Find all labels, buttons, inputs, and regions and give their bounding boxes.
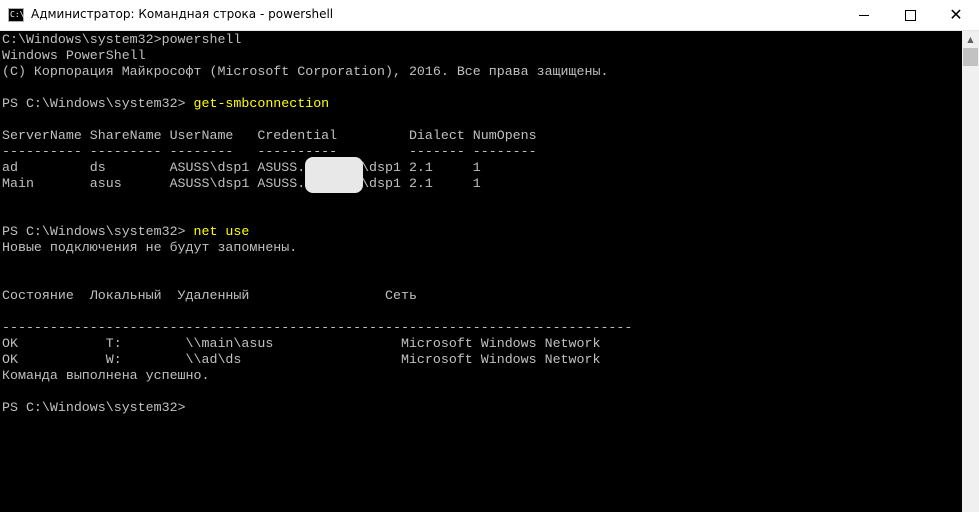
table-separator: ---------- --------- -------- ----------… xyxy=(2,144,537,159)
maximize-button[interactable] xyxy=(887,0,933,30)
table-row: OK W: \\ad\ds Microsoft Windows Network xyxy=(2,352,601,367)
maximize-icon xyxy=(904,10,916,21)
console-prompt-line: PS C:\Windows\system32> net use xyxy=(2,224,249,240)
table-row: Main asus ASUSS\dsp1 ASUSS. \dsp1 2.1 1 xyxy=(2,176,481,191)
window-title: Администратор: Командная строка - powers… xyxy=(31,7,334,21)
minimize-button[interactable] xyxy=(841,0,887,30)
vertical-scrollbar[interactable]: ▲ xyxy=(962,31,979,512)
table-row: ad ds ASUSS\dsp1 ASUSS. \dsp1 2.1 1 xyxy=(2,160,481,175)
command: get-smbconnection xyxy=(193,96,330,111)
console-icon[interactable]: C:\ xyxy=(8,8,24,22)
title-bar[interactable]: C:\ Администратор: Командная строка - po… xyxy=(0,0,979,31)
scroll-up-icon[interactable]: ▲ xyxy=(962,31,979,48)
console-line: Windows PowerShell xyxy=(2,48,146,63)
table-separator: ----------------------------------------… xyxy=(2,320,633,335)
prompt: PS C:\Windows\system32> xyxy=(2,96,194,111)
table-row: OK T: \\main\asus Microsoft Windows Netw… xyxy=(2,336,601,351)
close-button[interactable]: ✕ xyxy=(933,0,979,30)
console-line: C:\Windows\system32>powershell xyxy=(2,32,242,47)
table-header: Состояние Локальный Удаленный Сеть xyxy=(2,288,417,303)
console-line: (C) Корпорация Майкрософт (Microsoft Cor… xyxy=(2,64,609,79)
console-prompt-line: PS C:\Windows\system32> xyxy=(2,400,186,415)
redaction-mask xyxy=(305,157,363,193)
scrollbar-thumb[interactable] xyxy=(963,48,978,66)
minimize-icon xyxy=(859,15,869,16)
prompt: PS C:\Windows\system32> xyxy=(2,224,194,239)
console-prompt-line: PS C:\Windows\system32> get-smbconnectio… xyxy=(2,96,329,112)
command: net use xyxy=(193,224,250,239)
console-output[interactable]: C:\Windows\system32>powershell Windows P… xyxy=(0,31,962,512)
console-line: Новые подключения не будут запомнены. xyxy=(2,240,298,255)
close-icon: ✕ xyxy=(949,5,963,24)
table-header: ServerName ShareName UserName Credential… xyxy=(2,128,537,143)
console-line: Команда выполнена успешно. xyxy=(2,368,210,383)
